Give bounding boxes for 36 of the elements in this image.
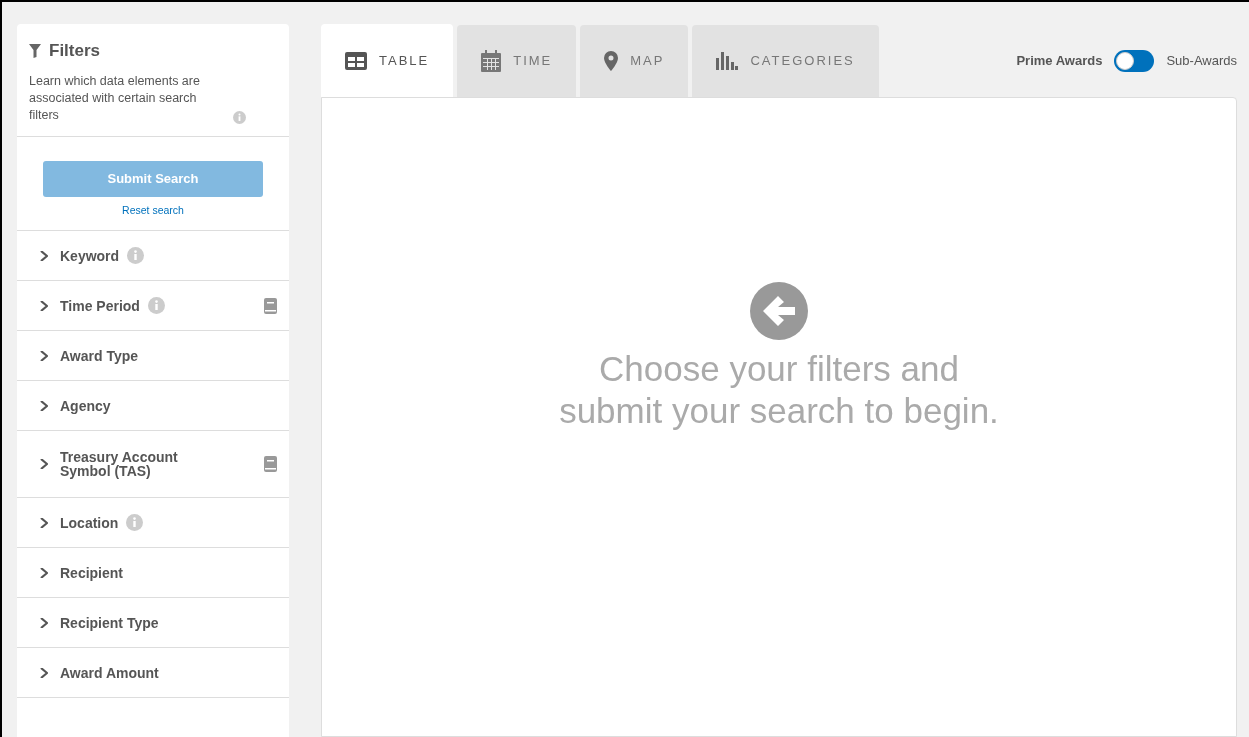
filter-icon [29, 43, 41, 58]
filter-item[interactable]: Treasury Account Symbol (TAS) [17, 431, 289, 499]
chevron-icon [39, 300, 48, 311]
chevron-icon [39, 350, 48, 361]
view-tab[interactable]: TABLE [321, 24, 454, 97]
map-pin-icon [604, 51, 619, 71]
book-icon[interactable] [264, 456, 277, 473]
chevron-icon [39, 250, 48, 261]
filters-description: Learn which data elements are associated with certain search filters [29, 72, 201, 124]
sub-awards-label: Sub-Awards [1166, 51, 1237, 70]
chevron-icon [39, 400, 48, 411]
filter-item[interactable]: Award Type [17, 331, 289, 382]
prime-awards-label: Prime Awards [1016, 51, 1103, 70]
empty-state-message: Choose your filters and submit your search to begin. [559, 348, 999, 432]
calendar-icon [481, 50, 502, 72]
info-icon [233, 110, 246, 124]
reset-search-link[interactable]: Reset search [122, 202, 184, 219]
chevron-icon [39, 459, 48, 470]
filter-item[interactable]: Time Period [17, 281, 289, 332]
chevron-icon [39, 617, 48, 628]
filter-item[interactable]: Award Amount [17, 648, 289, 699]
sidebar-title: Filters [49, 40, 101, 62]
filter-item[interactable]: Location [17, 498, 289, 549]
chevron-icon [39, 517, 48, 528]
chevron-icon [39, 567, 48, 578]
book-icon[interactable] [264, 297, 277, 314]
arrow-left-icon [750, 282, 808, 340]
chevron-icon [39, 667, 48, 678]
filter-item[interactable]: Agency [17, 381, 289, 432]
filter-item[interactable]: Recipient [17, 548, 289, 599]
filter-item[interactable]: Recipient Type [17, 598, 289, 649]
table-icon [345, 51, 367, 70]
filter-item[interactable]: Keyword [17, 231, 289, 282]
view-tab[interactable]: TIME [457, 25, 577, 97]
award-type-toggle[interactable] [1114, 49, 1155, 72]
bar-chart-icon [716, 52, 739, 70]
